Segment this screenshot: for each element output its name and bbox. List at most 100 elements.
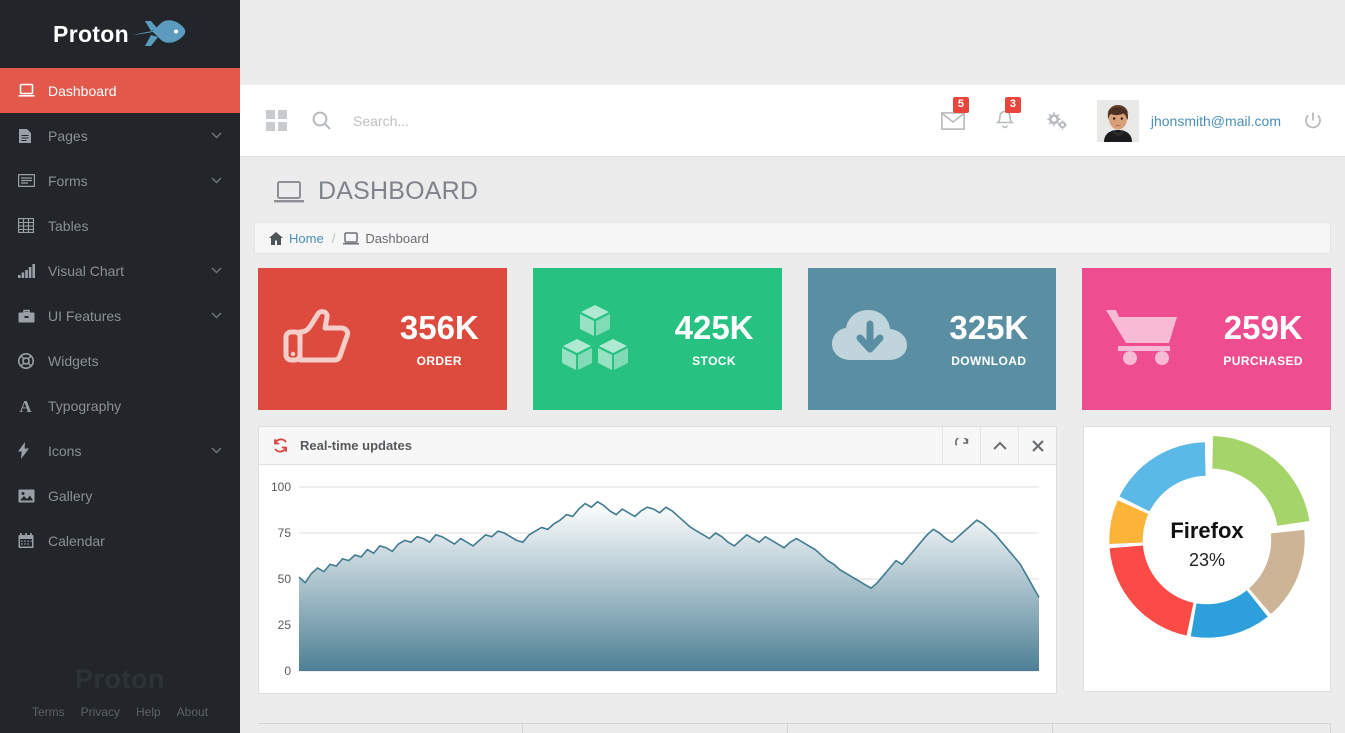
topbar-icons: 5 3 jhonsmith@mail.com	[927, 85, 1323, 157]
form-icon	[18, 174, 44, 187]
file-icon	[18, 128, 44, 144]
sidebar-item-ui-features[interactable]: UI Features	[0, 293, 240, 338]
svg-text:23%: 23%	[1189, 550, 1225, 570]
footer-link-about[interactable]: About	[177, 705, 208, 719]
dashboard-app: Proton Dashboard Pages Forms Tables Visu…	[0, 0, 1345, 733]
sidebar-logo[interactable]: Proton	[0, 0, 240, 68]
cubes-icon	[555, 301, 635, 378]
sidebar: Proton Dashboard Pages Forms Tables Visu…	[0, 0, 240, 733]
chevron-down-icon	[211, 130, 222, 142]
shopping-cart-icon	[1104, 304, 1184, 375]
stat-cards: 356K ORDER 425K STOCK 325K DOWNLOAD 259K…	[240, 254, 1345, 410]
sidebar-item-visual-chart[interactable]: Visual Chart	[0, 248, 240, 293]
panel-refresh-button[interactable]	[942, 427, 980, 464]
bottom-panel-strip	[258, 723, 1331, 733]
mail-badge: 5	[952, 96, 969, 113]
user-menu[interactable]: jhonsmith@mail.com	[1096, 99, 1281, 142]
svg-text:100: 100	[271, 480, 291, 494]
sidebar-footer: Proton Terms Privacy Help About	[0, 664, 240, 733]
sidebar-item-calendar[interactable]: Calendar	[0, 518, 240, 563]
chevron-down-icon	[211, 265, 222, 277]
panel-close-button[interactable]	[1018, 427, 1056, 464]
sidebar-item-label: Icons	[48, 442, 82, 459]
sidebar-item-typography[interactable]: A Typography	[0, 383, 240, 428]
footer-link-terms[interactable]: Terms	[32, 705, 65, 719]
stat-card-value: 259K	[1223, 308, 1303, 346]
sidebar-item-icons[interactable]: Icons	[0, 428, 240, 473]
bell-icon[interactable]: 3	[979, 85, 1031, 157]
sidebar-item-label: UI Features	[48, 307, 122, 324]
table-icon	[18, 218, 44, 233]
stat-card-text: 325K DOWNLOAD	[949, 311, 1034, 368]
notification-badge: 3	[1004, 96, 1021, 113]
sidebar-item-widgets[interactable]: Widgets	[0, 338, 240, 383]
stat-card-text: 425K STOCK	[675, 311, 760, 368]
bolt-icon	[18, 442, 44, 459]
sidebar-item-tables[interactable]: Tables	[0, 203, 240, 248]
stat-card-purchased[interactable]: 259K PURCHASED	[1082, 268, 1331, 410]
stat-card-value: 325K	[949, 308, 1029, 346]
brand-name: Proton	[53, 20, 129, 47]
donut-panel: Firefox 23%	[1083, 426, 1331, 692]
panel-body: 0 25 50 75 100	[259, 465, 1056, 693]
browser-donut-chart[interactable]: Firefox 23%	[1084, 427, 1330, 653]
svg-text:50: 50	[278, 572, 292, 586]
letter-a-icon: A	[18, 398, 44, 414]
sidebar-item-forms[interactable]: Forms	[0, 158, 240, 203]
search-input[interactable]	[353, 112, 683, 129]
rocket-icon	[131, 19, 187, 49]
gears-icon[interactable]	[1031, 85, 1083, 157]
bar-chart-icon	[18, 263, 44, 278]
stat-card-order[interactable]: 356K ORDER	[258, 268, 507, 410]
footer-link-help[interactable]: Help	[136, 705, 161, 719]
chevron-down-icon	[211, 445, 222, 457]
svg-text:25: 25	[278, 618, 292, 632]
sidebar-item-dashboard[interactable]: Dashboard	[0, 68, 240, 113]
stat-card-label: ORDER	[416, 353, 462, 368]
stat-card-stock[interactable]: 425K STOCK	[532, 268, 782, 410]
laptop-icon	[18, 83, 44, 98]
breadcrumb-home[interactable]: Home	[289, 231, 324, 246]
breadcrumb-separator: /	[331, 230, 336, 246]
sidebar-item-label: Typography	[48, 397, 122, 414]
sidebar-item-label: Pages	[48, 127, 88, 144]
stat-card-label: PURCHASED	[1223, 353, 1303, 368]
panel-header: Real-time updates	[259, 427, 1056, 465]
refresh-icon	[273, 438, 288, 453]
breadcrumb-current: Dashboard	[365, 230, 429, 246]
panel-title: Real-time updates	[300, 438, 412, 453]
panel-collapse-button[interactable]	[980, 427, 1018, 464]
stat-card-download[interactable]: 325K DOWNLOAD	[807, 268, 1057, 410]
sidebar-item-label: Tables	[48, 217, 89, 234]
svg-text:Firefox: Firefox	[1170, 518, 1244, 543]
sidebar-item-label: Forms	[48, 172, 88, 189]
search-area	[312, 111, 927, 130]
sidebar-footer-brand: Proton	[75, 664, 165, 694]
sidebar-item-pages[interactable]: Pages	[0, 113, 240, 158]
thumbs-up-icon	[280, 300, 354, 379]
panels-row: Real-time updates 0 25 50 75 100 Firefox…	[240, 410, 1345, 694]
stat-card-value: 425K	[674, 308, 754, 346]
power-icon[interactable]	[1303, 111, 1323, 131]
main-content: 5 3	[240, 0, 1345, 733]
sidebar-item-label: Gallery	[48, 487, 93, 504]
grid-icon[interactable]	[240, 110, 312, 131]
topbar: 5 3	[240, 85, 1345, 157]
chevron-down-icon	[211, 310, 222, 322]
briefcase-icon	[18, 309, 44, 323]
breadcrumb: Home / Dashboard	[254, 222, 1331, 254]
footer-link-privacy[interactable]: Privacy	[81, 705, 120, 719]
page-title: DASHBOARD	[318, 177, 479, 205]
avatar	[1096, 99, 1139, 142]
image-icon	[18, 489, 44, 503]
search-icon[interactable]	[312, 111, 331, 130]
panel-tools	[942, 427, 1056, 464]
sidebar-nav: Dashboard Pages Forms Tables Visual Char…	[0, 68, 240, 563]
laptop-icon	[343, 231, 360, 245]
stat-card-text: 259K PURCHASED	[1223, 311, 1309, 368]
sidebar-item-label: Visual Chart	[48, 262, 125, 279]
sidebar-item-gallery[interactable]: Gallery	[0, 473, 240, 518]
sidebar-item-label: Widgets	[48, 352, 99, 369]
envelope-icon[interactable]: 5	[927, 85, 979, 157]
stat-card-label: DOWNLOAD	[951, 353, 1027, 368]
